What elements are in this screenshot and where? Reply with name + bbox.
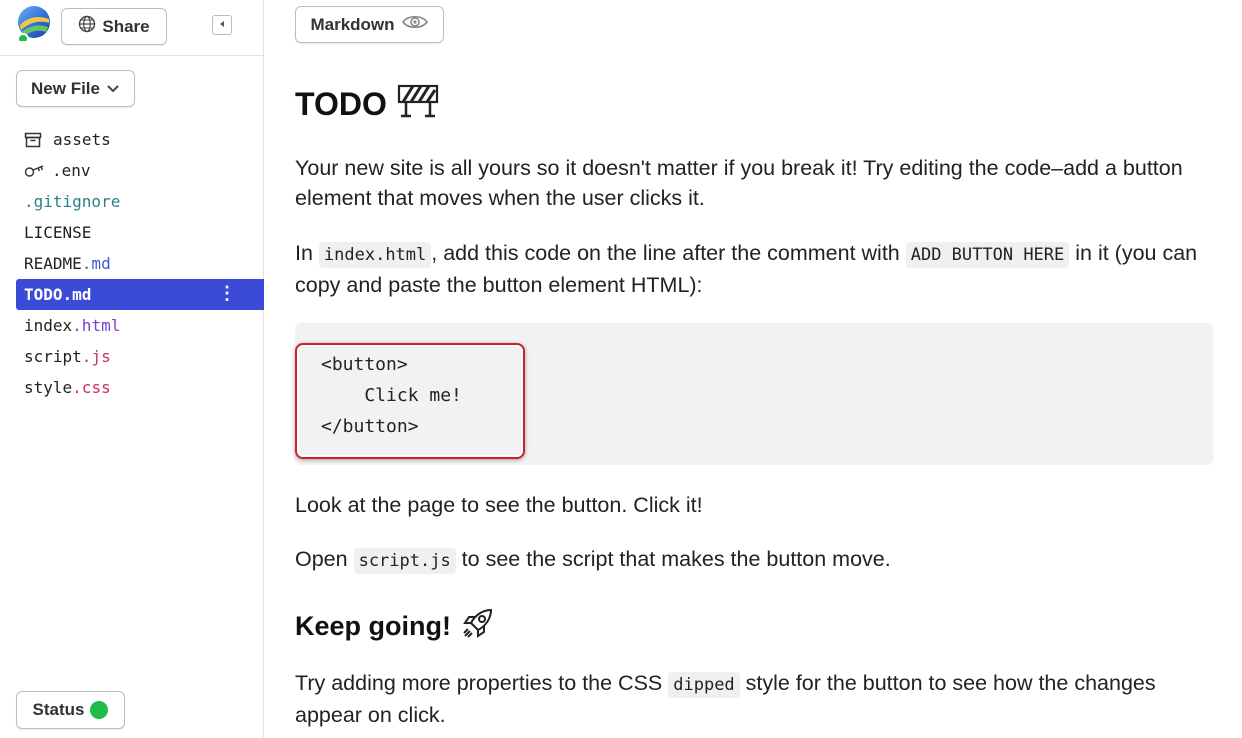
text: Open [295,547,354,571]
globe-logo-icon [17,6,50,41]
code-line: Click me! [321,385,462,406]
status-indicator-dot [90,701,109,719]
file-name: TODO.md [24,285,92,304]
view-mode-label: Markdown [310,14,395,34]
markdown-view-toggle[interactable]: Markdown [295,6,444,43]
project-avatar[interactable] [16,5,52,41]
file-item-script-js[interactable]: script .js [16,341,264,372]
status-button[interactable]: Status [16,691,125,729]
file-extension: .html [72,316,121,335]
instruction-paragraph: In index.html, add this code on the line… [295,238,1215,300]
file-name: index [24,316,73,335]
intro-paragraph: Your new site is all yours so it doesn't… [295,156,1183,210]
title-text: TODO [295,85,387,122]
file-item-todo[interactable]: TODO.md ⋮ [16,279,264,310]
new-file-button[interactable]: New File [16,70,135,107]
eye-icon [401,13,429,36]
file-list: assets .env .gitignore LICENSE README .md… [16,124,264,403]
heading-text: Keep going! [295,611,451,641]
inline-code: script.js [353,548,456,574]
rocket-icon [461,606,495,647]
inline-code: dipped [668,672,740,698]
file-extension: .js [81,347,111,366]
file-name: README [24,254,82,273]
file-item-index-html[interactable]: index .html [16,310,264,341]
paragraph: Look at the page to see the button. Clic… [295,493,703,517]
globe-icon [78,15,96,38]
file-item-assets[interactable]: assets [16,124,264,155]
file-item-gitignore[interactable]: .gitignore [16,186,264,217]
collapse-sidebar-button[interactable] [212,15,232,35]
share-label: Share [102,16,150,36]
chevron-down-icon [106,79,120,99]
file-extension: .css [72,378,111,397]
text: In [295,241,319,265]
more-options-icon[interactable]: ⋮ [218,284,236,304]
file-item-style-css[interactable]: style .css [16,372,264,403]
file-name: .gitignore [24,192,121,211]
code-block: <button> Click me! </button> [295,323,1213,465]
status-label: Status [32,700,85,719]
new-file-label: New File [31,78,100,98]
text: Try adding more properties to the CSS [295,671,669,695]
section-heading: Keep going! [295,606,495,647]
file-name: style [24,378,73,397]
file-name: .env [52,161,91,180]
file-extension: .md [81,254,111,273]
highlighted-code-selection[interactable]: <button> Click me! </button> [295,343,525,459]
file-name: script [24,347,82,366]
inline-code: index.html [318,242,432,268]
code-line: <button> [321,354,408,375]
file-name: assets [53,130,111,149]
share-button[interactable]: Share [61,8,167,45]
text: , add this code on the line after the co… [431,241,906,265]
paragraph: Try adding more properties to the CSS di… [295,668,1215,730]
text: to see the script that makes the button … [455,547,891,571]
markdown-preview: Markdown TODO Your new site is all yours… [295,0,1215,738]
file-item-license[interactable]: LICENSE [16,217,264,248]
key-icon [24,163,46,179]
construction-icon [397,82,439,126]
inline-code: ADD BUTTON HERE [905,242,1070,268]
file-name: LICENSE [24,223,92,242]
file-item-readme[interactable]: README .md [16,248,264,279]
archive-icon [24,132,44,148]
sidebar-header: Share [0,0,264,56]
file-item-env[interactable]: .env [16,155,264,186]
page-title: TODO [295,82,439,126]
caret-left-icon [217,16,227,34]
sidebar: Share New File assets .env .gitignore LI… [0,0,264,738]
paragraph: Open script.js to see the script that ma… [295,544,1215,576]
code-line: </button> [321,416,419,437]
